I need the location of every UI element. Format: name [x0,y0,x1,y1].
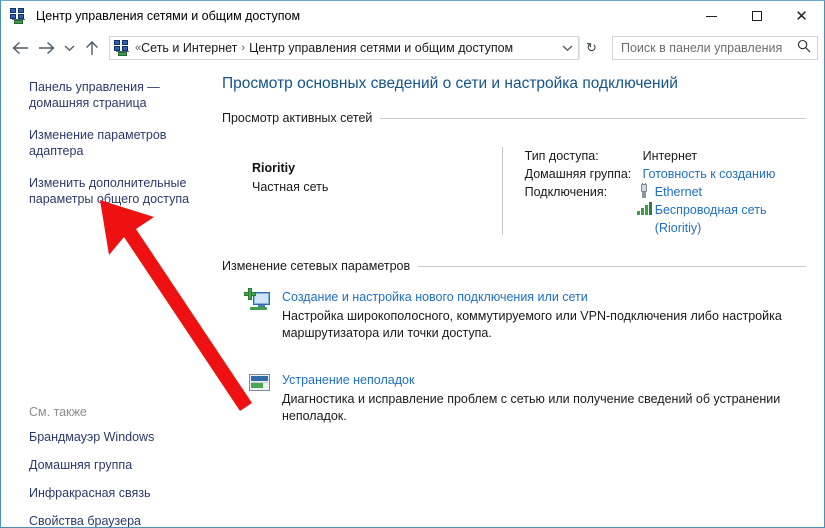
back-button[interactable] [7,35,33,61]
active-networks-section: Rioritiy Частная сеть Тип доступа: Интер… [222,131,806,245]
sidebar-item-change-adapter-settings[interactable]: Изменение параметров адаптера [29,127,201,159]
connection-ethernet-label[interactable]: Ethernet [655,183,702,201]
task-new-connection[interactable]: Создание и настройка нового подключения … [222,279,806,344]
breadcrumb-item-current[interactable]: Центр управления сетями и общим доступом [249,41,513,55]
main-content: Просмотр основных сведений о сети и наст… [214,65,824,527]
see-also-item-windows-firewall[interactable]: Брандмауэр Windows [29,430,209,445]
change-settings-section: Изменение сетевых параметров Создание и … [222,259,806,427]
active-networks-title: Просмотр активных сетей [222,111,373,125]
network-type: Частная сеть [252,180,329,194]
task-troubleshoot-title[interactable]: Устранение неполадок [282,373,414,387]
minimize-button[interactable] [689,1,734,31]
close-button[interactable]: ✕ [779,1,824,31]
sidebar-item-change-advanced-sharing[interactable]: Изменить дополнительные параметры общего… [29,175,201,207]
new-connection-icon [244,287,274,317]
recent-locations-button[interactable] [59,35,79,61]
header-rule [380,117,806,119]
chevron-down-icon [562,45,572,52]
access-type-value: Интернет [642,149,698,163]
header-rule [418,265,806,267]
task-new-connection-title[interactable]: Создание и настройка нового подключения … [282,290,588,304]
window-title: Центр управления сетями и общим доступом [36,9,301,23]
sidebar: Панель управления — домашняя страница Из… [1,65,214,527]
task-new-connection-description: Настройка широкополосного, коммутируемог… [282,309,782,340]
access-type-label: Тип доступа: [524,149,599,163]
network-icon [10,8,27,24]
breadcrumb-separator[interactable]: › [241,42,245,54]
see-also-item-infrared[interactable]: Инфракрасная связь [29,486,209,501]
homegroup-label: Домашняя группа: [524,167,632,181]
see-also-title: См. также [29,405,87,419]
access-type-row: Тип доступа: Интернет [525,147,806,165]
maximize-button[interactable] [734,1,779,31]
task-troubleshoot-description: Диагностика и исправление проблем с сеть… [282,392,781,423]
see-also-item-internet-options[interactable]: Свойства браузера [29,514,209,527]
connection-wireless-label[interactable]: Беспроводная сеть (Rioritiy) [655,201,806,237]
homegroup-row: Домашняя группа: Готовность к созданию [525,165,806,183]
navigation-bar: « Сеть и Интернет › Центр управления сет… [1,31,824,65]
search-box[interactable] [612,36,818,60]
change-settings-title: Изменение сетевых параметров [222,259,411,273]
arrow-right-icon [38,41,55,55]
wireless-signal-icon [636,201,653,217]
address-dropdown-button[interactable] [556,37,578,59]
ethernet-plug-icon [636,183,653,199]
active-networks-header: Просмотр активных сетей [222,111,806,125]
network-name: Rioritiy [252,161,296,175]
forward-button[interactable] [33,35,59,61]
up-button[interactable] [79,35,105,61]
connection-wireless[interactable]: Беспроводная сеть (Rioritiy) [636,201,806,237]
breadcrumb-item-network-internet[interactable]: Сеть и Интернет [141,41,237,55]
chevron-down-icon [64,45,74,52]
search-icon[interactable] [797,39,811,58]
connections-list: Ethernet Беспроводная сеть (Rioritiy) [636,183,806,237]
connections-row: Подключения: Ethernet Беспроводная сеть … [525,183,806,237]
address-network-icon [114,40,131,56]
homegroup-value-link[interactable]: Готовность к созданию [643,165,776,183]
task-troubleshoot[interactable]: Устранение неполадок Диагностика и испра… [222,362,806,427]
maximize-icon [751,11,762,21]
arrow-up-icon [86,40,98,55]
refresh-icon: ↻ [586,40,597,55]
arrow-left-icon [11,41,28,55]
title-bar: Центр управления сетями и общим доступом… [1,1,824,31]
page-title: Просмотр основных сведений о сети и наст… [222,75,678,92]
see-also-item-homegroup[interactable]: Домашняя группа [29,458,209,473]
network-details: Тип доступа: Интернет Домашняя группа: Г… [525,145,806,237]
see-also-section: См. также Брандмауэр Windows Домашняя гр… [29,405,209,527]
window-body: Панель управления — домашняя страница Из… [1,65,824,527]
control-panel-window: Центр управления сетями и общим доступом… [0,0,825,528]
minimize-icon [706,15,717,17]
refresh-button[interactable]: ↻ [579,37,603,59]
connections-label: Подключения: [524,185,608,199]
vertical-divider [501,147,503,235]
window-controls: ✕ [689,1,824,31]
network-identity: Rioritiy Частная сеть [222,145,502,237]
change-settings-header: Изменение сетевых параметров [222,259,806,273]
close-icon: ✕ [795,7,808,25]
search-input[interactable] [621,41,797,55]
troubleshoot-icon [244,370,274,400]
connection-ethernet[interactable]: Ethernet [636,183,806,201]
sidebar-item-control-panel-home[interactable]: Панель управления — домашняя страница [29,79,201,111]
address-bar[interactable]: « Сеть и Интернет › Центр управления сет… [109,36,579,60]
